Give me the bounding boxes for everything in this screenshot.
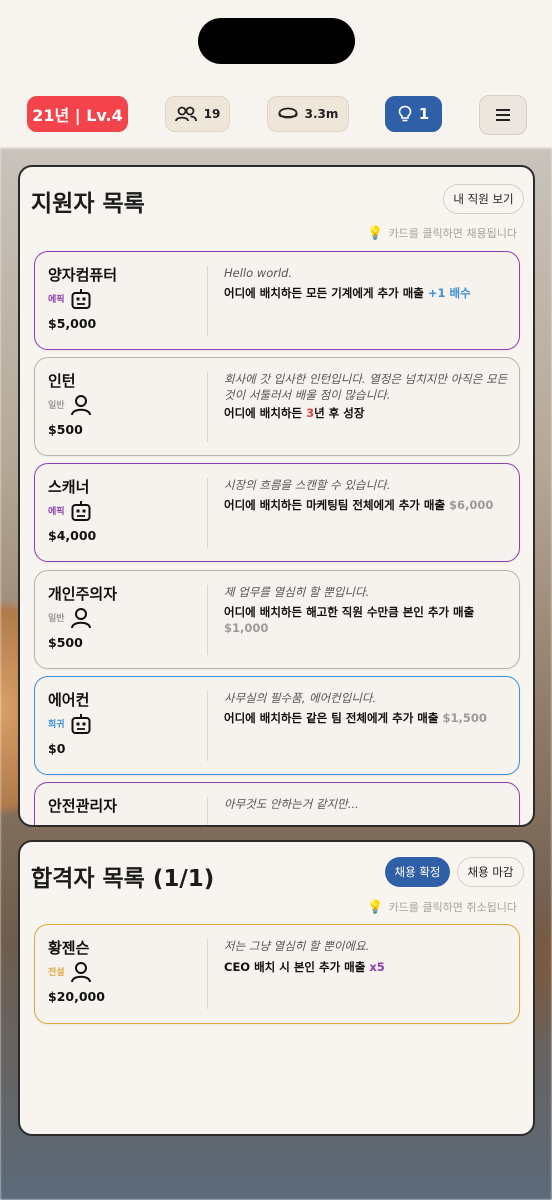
card-effect: CEO 배치 시 본인 추가 매출 x5 <box>224 959 514 975</box>
applicant-card[interactable]: 에어컨 희귀 $0 사무실의 필수품, 에어컨입니다. 어디에 배치하든 같은 … <box>34 676 520 775</box>
person-icon <box>71 962 91 983</box>
effect-text: 어디에 배치하든 <box>224 406 307 420</box>
hired-hint: 💡 카드를 클릭하면 취소됩니다 <box>367 899 517 915</box>
card-divider <box>207 585 208 655</box>
person-icon <box>71 608 91 629</box>
effect-highlight: $1,500 <box>442 711 487 725</box>
card-effect: 어디에 배치하든 3년 후 성장 <box>224 405 514 421</box>
coin-icon <box>278 107 298 119</box>
effect-text: 어디에 배치하든 같은 팀 전체에게 추가 매출 <box>224 711 443 725</box>
applicants-title: 지원자 목록 <box>31 191 145 217</box>
card-divider <box>207 266 208 336</box>
rarity-label: 전설 <box>48 968 65 978</box>
applicant-card[interactable]: 양자컴퓨터 에픽 $5,000 Hello world. 어디에 배치하든 모든… <box>34 251 520 350</box>
card-quote: 사무실의 필수품, 에어컨입니다. <box>224 691 377 705</box>
applicants-panel: 지원자 목록 내 직원 보기 💡 카드를 클릭하면 채용됩니다 양자컴퓨터 에픽… <box>18 165 535 827</box>
robot-icon <box>71 501 91 521</box>
rarity-label: 에픽 <box>48 507 65 517</box>
effect-text: 어디에 배치하든 해고한 직원 수만큼 본인 추가 매출 <box>224 605 475 619</box>
hint-bulb-icon: 💡 <box>367 899 384 915</box>
card-quote: Hello world. <box>224 266 293 280</box>
card-name: 양자컴퓨터 <box>48 266 118 284</box>
idea-count: 1 <box>418 105 430 123</box>
close-hiring-button[interactable]: 채용 마감 <box>457 857 524 887</box>
card-price: $500 <box>48 422 83 437</box>
staff-count-badge[interactable]: 19 <box>165 96 230 132</box>
card-effect: 어디에 배치하든 같은 팀 전체에게 추가 매출 $1,500 <box>224 710 514 726</box>
rarity-label: 일반 <box>48 614 65 624</box>
card-name: 인턴 <box>48 372 76 390</box>
rarity-label: 에픽 <box>48 295 65 305</box>
card-name: 안전관리자 <box>48 797 118 815</box>
effect-highlight: $6,000 <box>449 498 494 512</box>
hired-panel: 합격자 목록 (1/1) 채용 확정 채용 마감 💡 카드를 클릭하면 취소됩니… <box>18 840 535 1136</box>
device-notch <box>198 18 355 64</box>
rarity-label: 희귀 <box>48 720 65 730</box>
card-price: $0 <box>48 741 66 756</box>
card-divider <box>207 797 208 825</box>
card-effect: 어디에 배치하든 해고한 직원 수만큼 본인 추가 매출 $1,000 <box>224 604 514 636</box>
applicant-card[interactable]: 스캐너 에픽 $4,000 시장의 흐름을 스캔할 수 있습니다. 어디에 배치… <box>34 463 520 562</box>
applicant-card[interactable]: 안전관리자 아무것도 안하는거 같지만... <box>34 782 520 825</box>
my-staff-button[interactable]: 내 직원 보기 <box>443 184 524 214</box>
card-quote: 시장의 흐름을 스캔할 수 있습니다. <box>224 478 391 492</box>
effect-text: 어디에 배치하든 마케팅팀 전체에게 추가 매출 <box>224 498 450 512</box>
card-effect: 어디에 배치하든 모든 기계에게 추가 매출 +1 배수 <box>224 285 514 301</box>
effect-highlight: $1,000 <box>224 621 269 635</box>
idea-badge[interactable]: 1 <box>385 96 442 132</box>
card-quote: 제 업무를 열심히 할 뿐입니다. <box>224 585 370 599</box>
robot-icon <box>71 289 91 309</box>
robot-icon <box>71 714 91 734</box>
lightbulb-icon <box>398 105 412 122</box>
card-price: $20,000 <box>48 989 105 1004</box>
card-divider <box>207 939 208 1009</box>
confirm-hire-button[interactable]: 채용 확정 <box>385 857 450 887</box>
menu-button[interactable] <box>479 95 527 135</box>
effect-text-post: 년 후 성장 <box>314 406 365 420</box>
card-price: $4,000 <box>48 528 97 543</box>
card-name: 스캐너 <box>48 478 90 496</box>
card-effect: 어디에 배치하든 마케팅팀 전체에게 추가 매출 $6,000 <box>224 497 514 513</box>
card-quote: 아무것도 안하는거 같지만... <box>224 797 359 811</box>
card-price: $5,000 <box>48 316 97 331</box>
person-icon <box>71 395 91 416</box>
effect-highlight: x5 <box>369 960 385 974</box>
level-label: 21년 | Lv.4 <box>32 106 123 125</box>
applicant-card[interactable]: 개인주의자 일반 $500 제 업무를 열심히 할 뿐입니다. 어디에 배치하든… <box>34 570 520 669</box>
hired-card[interactable]: 황젠슨 전설 $20,000 저는 그냥 열심히 할 뿐이에요. CEO 배치 … <box>34 924 520 1024</box>
effect-text: 어디에 배치하든 모든 기계에게 추가 매출 <box>224 286 428 300</box>
hired-title: 합격자 목록 (1/1) <box>31 866 215 892</box>
card-quote: 회사에 갓 입사한 인턴입니다. 열정은 넘치지만 아직은 모든 것이 서툴러서… <box>224 372 508 402</box>
applicant-card[interactable]: 인턴 일반 $500 회사에 갓 입사한 인턴입니다. 열정은 넘치지만 아직은… <box>34 357 520 456</box>
applicants-hint-text: 카드를 클릭하면 채용됩니다 <box>388 227 517 240</box>
card-divider <box>207 691 208 761</box>
effect-highlight: +1 배수 <box>427 286 471 300</box>
effect-text: CEO 배치 시 본인 추가 매출 <box>224 960 370 974</box>
people-icon <box>174 106 197 122</box>
card-divider <box>207 478 208 548</box>
effect-highlight: 3 <box>306 406 315 420</box>
rarity-label: 일반 <box>48 401 65 411</box>
hired-hint-text: 카드를 클릭하면 취소됩니다 <box>388 901 517 914</box>
level-badge[interactable]: 21년 | Lv.4 <box>27 96 128 132</box>
applicants-hint: 💡 카드를 클릭하면 채용됩니다 <box>367 225 517 241</box>
card-name: 황젠슨 <box>48 939 90 957</box>
hint-bulb-icon: 💡 <box>367 225 384 241</box>
staff-count: 19 <box>203 107 221 121</box>
hamburger-icon <box>496 109 510 121</box>
card-divider <box>207 372 208 442</box>
money-badge[interactable]: 3.3m <box>267 96 349 132</box>
card-name: 개인주의자 <box>48 585 118 603</box>
card-quote: 저는 그냥 열심히 할 뿐이에요. <box>224 939 370 953</box>
money-amount: 3.3m <box>304 107 339 121</box>
card-price: $500 <box>48 635 83 650</box>
top-status-bar: 21년 | Lv.4 19 3.3m 1 <box>0 95 552 135</box>
card-name: 에어컨 <box>48 691 90 709</box>
